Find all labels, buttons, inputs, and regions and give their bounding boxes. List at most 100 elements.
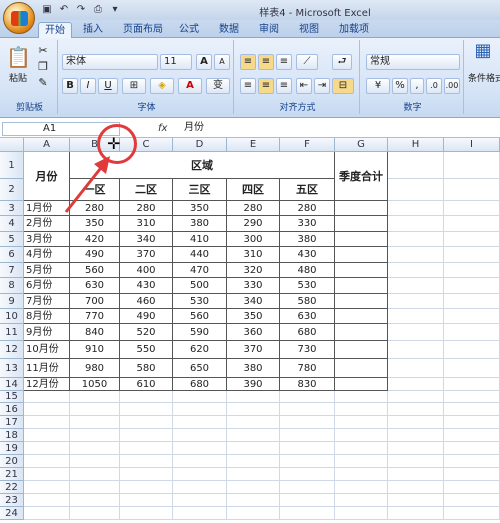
grid-cell[interactable]: [173, 455, 227, 468]
value-cell[interactable]: 680: [280, 324, 335, 341]
grid-cell[interactable]: [120, 481, 173, 494]
align-center-button[interactable]: ≡: [258, 78, 274, 94]
value-cell[interactable]: 460: [120, 294, 173, 309]
grid-cell[interactable]: [388, 378, 444, 391]
row-header[interactable]: 8: [0, 278, 24, 294]
grid-cell[interactable]: [388, 391, 444, 403]
decrease-decimal-button[interactable]: .00: [444, 78, 460, 94]
grid-cell[interactable]: [120, 507, 173, 520]
decrease-indent-button[interactable]: ⇤: [296, 78, 312, 94]
row-header[interactable]: 18: [0, 429, 24, 442]
align-left-button[interactable]: ≡: [240, 78, 256, 94]
value-cell[interactable]: 380: [280, 232, 335, 247]
grid-cell[interactable]: [388, 455, 444, 468]
zone-header-cell[interactable]: 二区: [120, 179, 173, 201]
quarter-total-cell[interactable]: [335, 278, 388, 294]
row-header[interactable]: 16: [0, 403, 24, 416]
row-header[interactable]: 10: [0, 309, 24, 324]
grid-cell[interactable]: [388, 247, 444, 263]
row-header[interactable]: 1: [0, 152, 24, 179]
grid-cell[interactable]: [444, 278, 500, 294]
value-cell[interactable]: 840: [70, 324, 120, 341]
row-header[interactable]: 9: [0, 294, 24, 309]
font-name-select[interactable]: 宋体: [62, 54, 158, 70]
grid-cell[interactable]: [335, 507, 388, 520]
column-header-g[interactable]: G: [335, 138, 388, 152]
grid-cell[interactable]: [388, 152, 444, 179]
grid-cell[interactable]: [280, 507, 335, 520]
grid-cell[interactable]: [227, 455, 280, 468]
grid-cell[interactable]: [444, 378, 500, 391]
grid-cell[interactable]: [70, 494, 120, 507]
quarter-total-cell[interactable]: [335, 216, 388, 232]
grid-cell[interactable]: [388, 429, 444, 442]
grid-cell[interactable]: [24, 391, 70, 403]
cut-icon[interactable]: ✂: [36, 44, 50, 58]
grid-cell[interactable]: [24, 494, 70, 507]
tab-addins[interactable]: 加载项: [334, 22, 374, 38]
row-header[interactable]: 12: [0, 341, 24, 359]
value-cell[interactable]: 530: [173, 294, 227, 309]
value-cell[interactable]: 440: [173, 247, 227, 263]
value-cell[interactable]: 980: [70, 359, 120, 378]
tab-page-layout[interactable]: 页面布局: [118, 22, 168, 38]
grid-cell[interactable]: [444, 152, 500, 179]
grid-cell[interactable]: [227, 442, 280, 455]
merge-center-button[interactable]: ⊟: [332, 78, 354, 94]
grid-cell[interactable]: [444, 494, 500, 507]
quarter-total-cell[interactable]: [335, 309, 388, 324]
italic-button[interactable]: I: [80, 78, 96, 94]
grid-cell[interactable]: [280, 391, 335, 403]
grow-font-button[interactable]: A: [196, 54, 212, 70]
row-header[interactable]: 3: [0, 201, 24, 216]
month-cell[interactable]: 5月份: [24, 263, 70, 278]
grid-cell[interactable]: [227, 481, 280, 494]
grid-cell[interactable]: [227, 403, 280, 416]
grid-cell[interactable]: [444, 201, 500, 216]
grid-cell[interactable]: [24, 403, 70, 416]
grid-cell[interactable]: [388, 403, 444, 416]
value-cell[interactable]: 350: [173, 201, 227, 216]
value-cell[interactable]: 340: [120, 232, 173, 247]
align-right-button[interactable]: ≡: [276, 78, 292, 94]
value-cell[interactable]: 490: [120, 309, 173, 324]
tab-formulas[interactable]: 公式: [174, 22, 204, 38]
grid-cell[interactable]: [227, 391, 280, 403]
grid-cell[interactable]: [388, 216, 444, 232]
month-cell[interactable]: 12月份: [24, 378, 70, 391]
value-cell[interactable]: 590: [173, 324, 227, 341]
grid-cell[interactable]: [70, 455, 120, 468]
grid-cell[interactable]: [280, 468, 335, 481]
row-header[interactable]: 23: [0, 494, 24, 507]
orientation-button[interactable]: ⟋: [296, 54, 318, 70]
row-header[interactable]: 7: [0, 263, 24, 278]
grid-cell[interactable]: [388, 309, 444, 324]
increase-indent-button[interactable]: ⇥: [314, 78, 330, 94]
grid-cell[interactable]: [444, 359, 500, 378]
fx-icon[interactable]: fx: [158, 123, 167, 134]
select-all-corner[interactable]: [0, 138, 24, 152]
value-cell[interactable]: 340: [227, 294, 280, 309]
month-cell[interactable]: 8月份: [24, 309, 70, 324]
align-bottom-button[interactable]: ≡: [276, 54, 292, 70]
percent-button[interactable]: %: [392, 78, 408, 94]
grid-cell[interactable]: [335, 403, 388, 416]
value-cell[interactable]: 400: [120, 263, 173, 278]
value-cell[interactable]: 680: [173, 378, 227, 391]
value-cell[interactable]: 310: [227, 247, 280, 263]
grid-cell[interactable]: [120, 403, 173, 416]
grid-cell[interactable]: [173, 416, 227, 429]
grid-cell[interactable]: [280, 403, 335, 416]
grid-cell[interactable]: [120, 468, 173, 481]
grid-cell[interactable]: [227, 429, 280, 442]
grid-cell[interactable]: [444, 455, 500, 468]
grid-cell[interactable]: [70, 429, 120, 442]
wrap-text-button[interactable]: ⮐: [332, 54, 352, 70]
column-header-e[interactable]: E: [227, 138, 280, 152]
grid-cell[interactable]: [388, 468, 444, 481]
zone-header-cell[interactable]: 五区: [280, 179, 335, 201]
grid-cell[interactable]: [388, 442, 444, 455]
row-header[interactable]: 15: [0, 391, 24, 403]
tab-view[interactable]: 视图: [294, 22, 324, 38]
grid-cell[interactable]: [70, 507, 120, 520]
